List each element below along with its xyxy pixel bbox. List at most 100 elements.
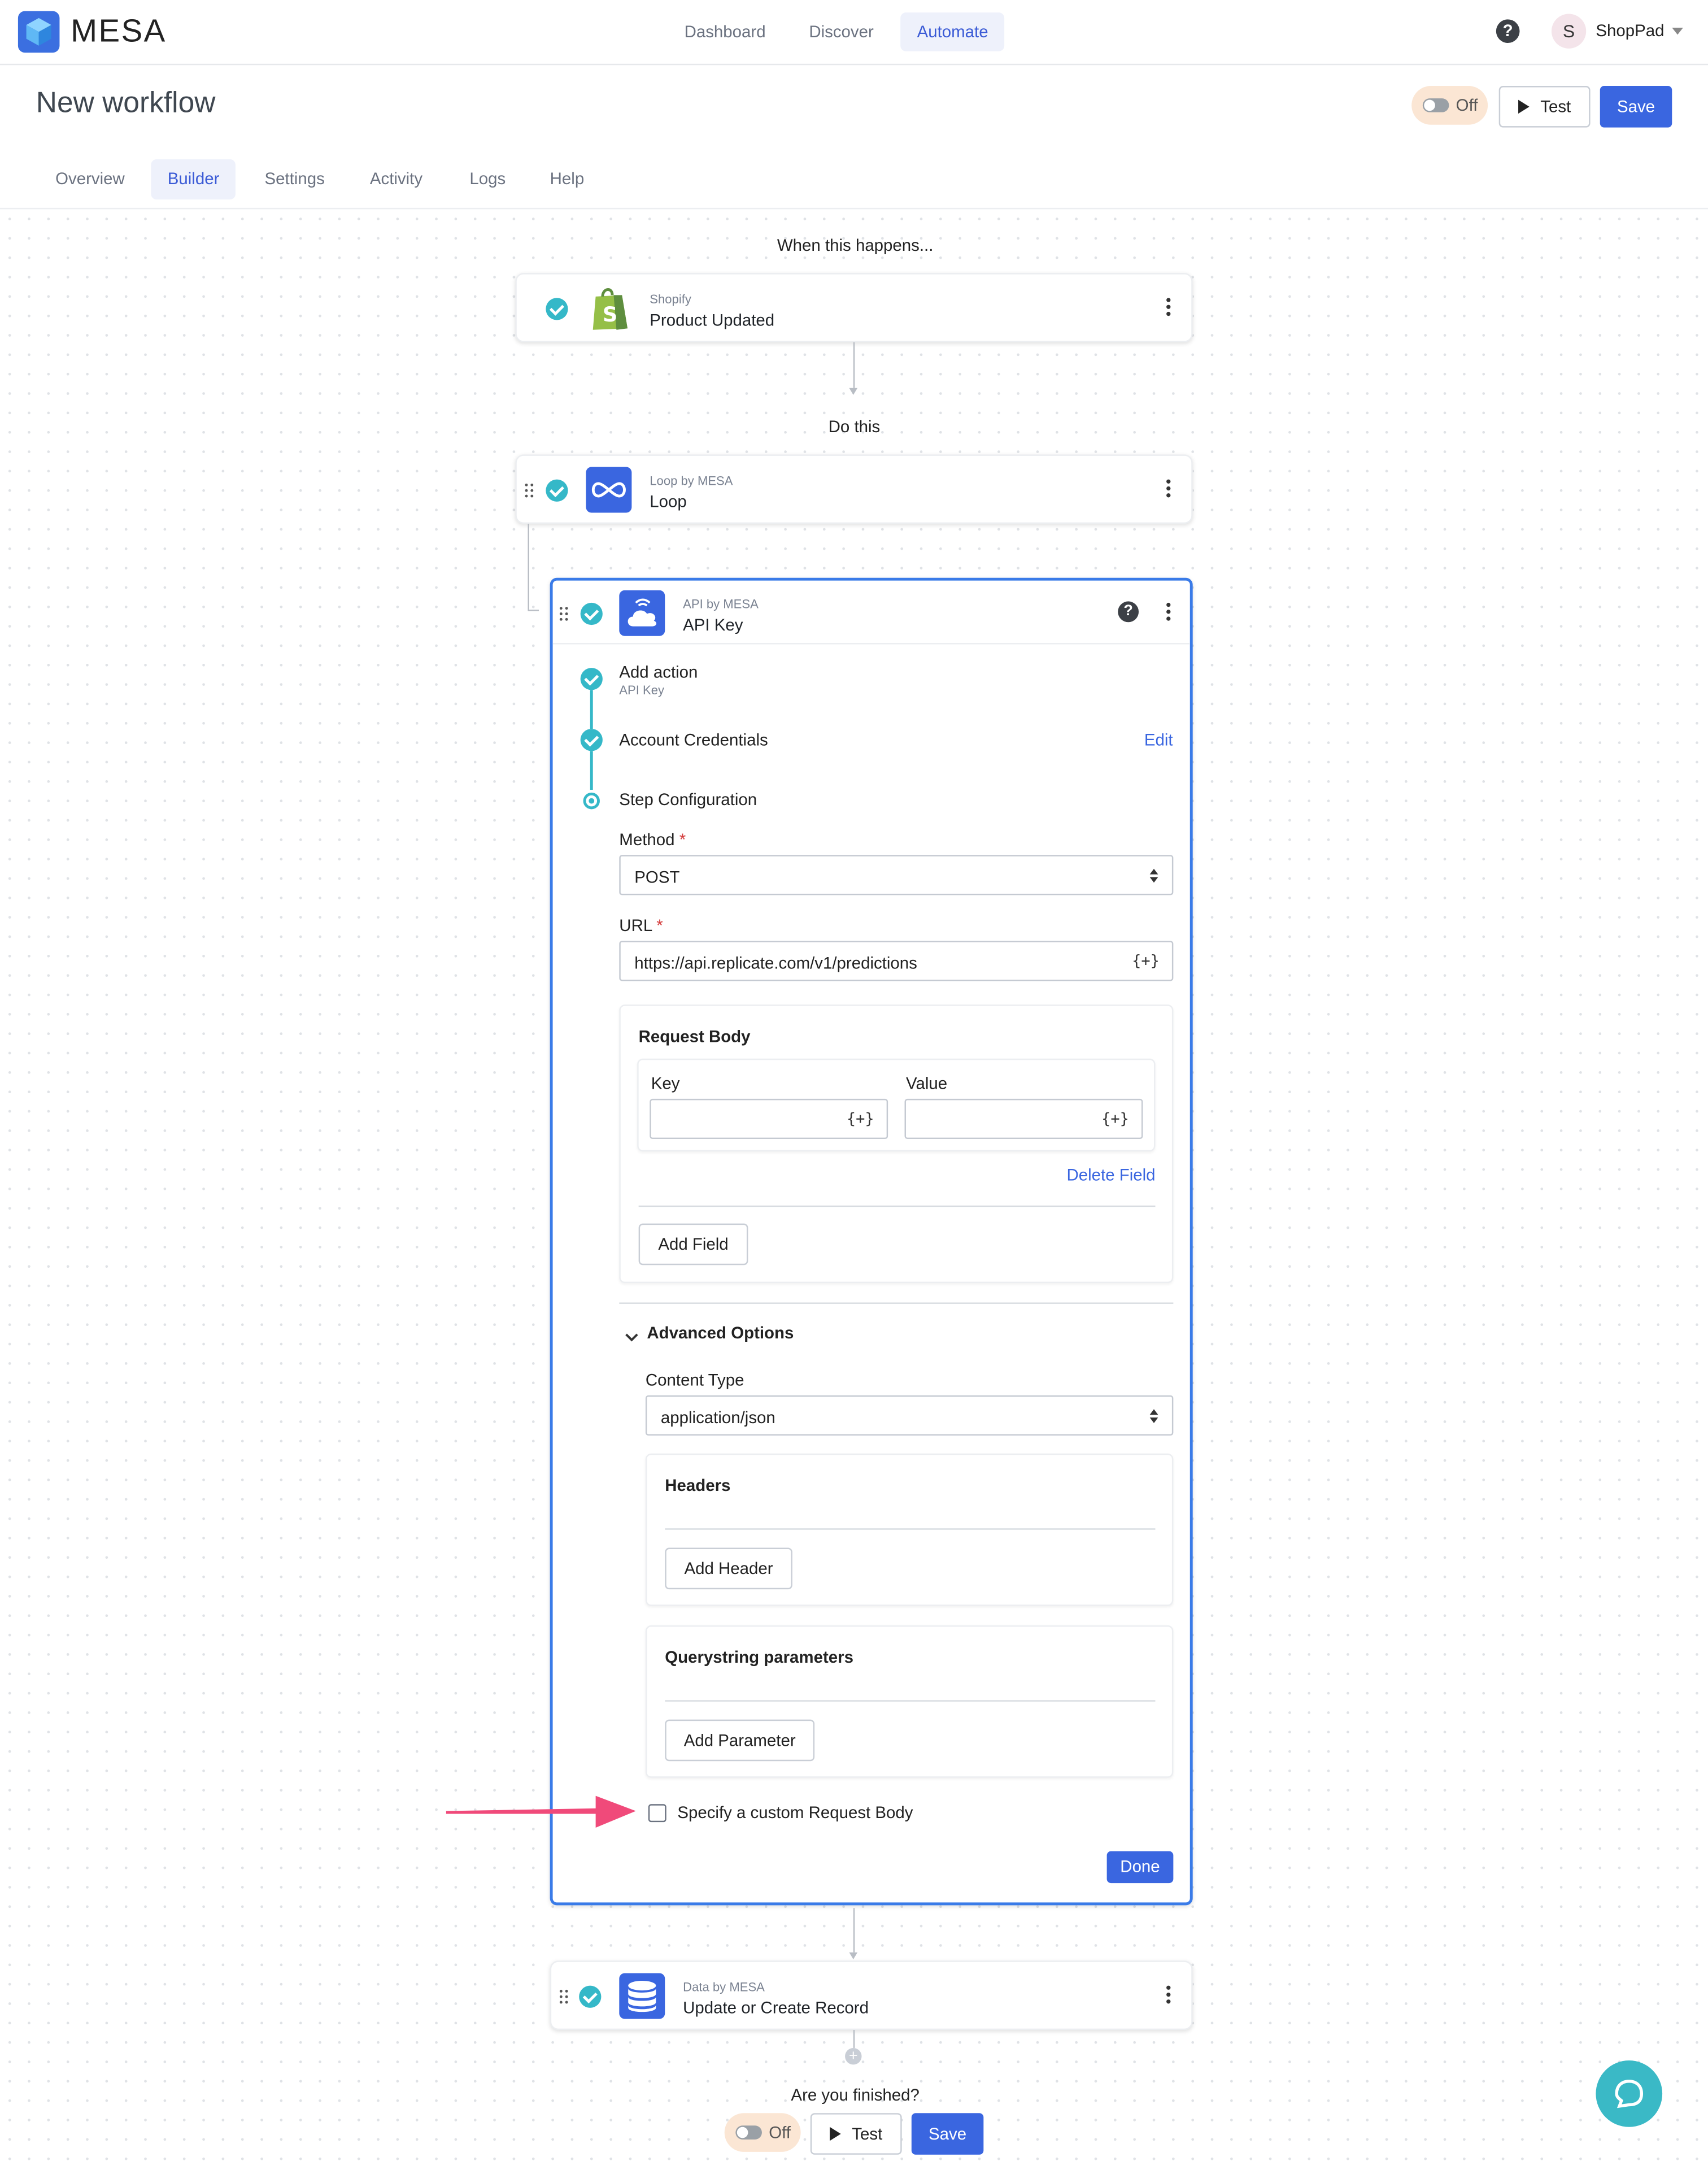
url-input[interactable]: https://api.replicate.com/v1/predictions… <box>619 941 1174 981</box>
mesa-logo-icon[interactable] <box>18 11 60 53</box>
step-complete-icon <box>580 668 603 690</box>
more-options-icon[interactable] <box>1166 1985 1172 2008</box>
required-asterisk: * <box>656 916 663 936</box>
loop-infinity-icon <box>586 467 632 513</box>
method-label: Method * <box>619 830 686 849</box>
chevron-down-icon[interactable] <box>1672 28 1683 35</box>
key-label: Key <box>651 1073 680 1094</box>
api-app-name: API by MESA <box>683 597 759 611</box>
insert-variable-icon[interactable]: {+} <box>847 1110 874 1128</box>
tab-overview[interactable]: Overview <box>39 159 142 199</box>
more-options-icon[interactable] <box>1166 298 1172 320</box>
toggle-switch-icon <box>1422 98 1449 112</box>
test-button[interactable]: Test <box>1498 86 1591 128</box>
api-action-card: API by MESA API Key ? Add action API Key… <box>550 577 1193 1906</box>
api-cloud-icon <box>619 590 665 636</box>
add-header-button[interactable]: Add Header <box>665 1547 792 1590</box>
step-configuration: Step Configuration <box>619 789 757 810</box>
method-value: POST <box>634 867 680 887</box>
done-button[interactable]: Done <box>1106 1851 1174 1884</box>
account-name[interactable]: ShopPad <box>1596 21 1664 40</box>
nav-dashboard[interactable]: Dashboard <box>668 12 782 51</box>
arrow-down-icon <box>849 1952 858 1959</box>
step-add-action[interactable]: Add action <box>619 662 698 681</box>
advanced-options-toggle[interactable]: Advanced Options <box>647 1323 794 1342</box>
footer-workflow-toggle[interactable]: Off <box>724 2113 801 2152</box>
arrow-down-icon <box>849 388 858 395</box>
url-label: URL * <box>619 916 663 935</box>
toggle-label: Off <box>769 2123 791 2142</box>
card-divider <box>552 643 1190 645</box>
add-parameter-button[interactable]: Add Parameter <box>665 1719 815 1762</box>
value-input[interactable]: {+} <box>904 1098 1143 1140</box>
divider <box>619 1302 1174 1304</box>
drag-handle-icon[interactable] <box>559 1989 571 2004</box>
svg-text:S: S <box>603 302 617 327</box>
footer-save-button[interactable]: Save <box>911 2113 984 2155</box>
edit-credentials-link[interactable]: Edit <box>1144 731 1173 750</box>
check-icon <box>546 479 568 502</box>
save-button[interactable]: Save <box>1600 86 1672 128</box>
footer-test-button[interactable]: Test <box>810 2113 902 2155</box>
tab-activity[interactable]: Activity <box>353 159 439 199</box>
content-type-value: application/json <box>660 1407 775 1428</box>
tab-settings[interactable]: Settings <box>248 159 341 199</box>
custom-request-body-label[interactable]: Specify a custom Request Body <box>677 1803 913 1822</box>
stepper-line <box>590 690 593 729</box>
tab-builder[interactable]: Builder <box>151 159 236 200</box>
loop-app-name: Loop by MESA <box>650 473 733 488</box>
toggle-label: Off <box>1456 95 1478 115</box>
select-arrows-icon <box>1149 1409 1158 1423</box>
check-icon <box>546 298 568 320</box>
tab-logs[interactable]: Logs <box>453 159 522 199</box>
headers-title: Headers <box>665 1476 731 1495</box>
custom-request-body-checkbox[interactable] <box>648 1804 666 1823</box>
add-field-button[interactable]: Add Field <box>638 1223 748 1266</box>
more-options-icon[interactable] <box>1166 479 1172 502</box>
avatar[interactable]: S <box>1551 14 1587 49</box>
url-label-text: URL <box>619 916 652 936</box>
trigger-name: Product Updated <box>650 310 775 330</box>
key-input[interactable]: {+} <box>650 1098 888 1140</box>
loop-connector-elbow <box>528 610 539 611</box>
more-options-icon[interactable] <box>1166 602 1172 625</box>
querystring-panel: Querystring parameters Add Parameter <box>645 1625 1174 1778</box>
step-account-credentials: Account Credentials <box>619 730 768 750</box>
request-body-panel: Request Body Key Value {+} {+} Delete Fi… <box>619 1005 1174 1284</box>
loop-name: Loop <box>650 492 687 512</box>
add-step-icon[interactable]: + <box>845 2047 862 2065</box>
page-title: New workflow <box>36 87 216 119</box>
nav-automate[interactable]: Automate <box>900 12 1005 51</box>
method-label-text: Method <box>619 830 675 850</box>
drag-handle-icon[interactable] <box>559 607 571 621</box>
headers-panel: Headers Add Header <box>645 1453 1174 1606</box>
trigger-card[interactable]: S Shopify Product Updated <box>515 273 1193 342</box>
loop-card[interactable]: Loop by MESA Loop <box>515 454 1193 524</box>
querystring-title: Querystring parameters <box>665 1647 853 1667</box>
trigger-app-name: Shopify <box>650 292 691 307</box>
finish-caption: Are you finished? <box>791 2085 920 2105</box>
workflow-toggle[interactable]: Off <box>1411 86 1488 125</box>
help-icon[interactable]: ? <box>1496 19 1520 44</box>
divider <box>665 1528 1156 1530</box>
chevron-down-icon[interactable] <box>625 1326 639 1342</box>
method-select[interactable]: POST <box>619 855 1174 895</box>
drag-handle-icon[interactable] <box>525 483 537 498</box>
delete-field-link[interactable]: Delete Field <box>1067 1166 1156 1185</box>
divider <box>638 1205 1156 1207</box>
shopify-bag-icon: S <box>589 284 630 331</box>
brand-name: MESA <box>71 12 167 49</box>
content-type-label: Content Type <box>645 1370 744 1390</box>
insert-variable-icon[interactable]: {+} <box>1132 952 1160 970</box>
database-icon <box>619 1973 665 2019</box>
data-card[interactable]: Data by MESA Update or Create Record <box>550 1960 1193 2030</box>
tab-help[interactable]: Help <box>533 159 600 199</box>
insert-variable-icon[interactable]: {+} <box>1101 1110 1129 1128</box>
nav-discover[interactable]: Discover <box>792 12 890 51</box>
help-icon[interactable]: ? <box>1118 601 1139 623</box>
connector-line <box>853 342 855 388</box>
chat-launcher-button[interactable] <box>1596 2060 1663 2127</box>
select-arrows-icon <box>1149 868 1158 883</box>
content-type-select[interactable]: application/json <box>645 1395 1174 1436</box>
trigger-caption: When this happens... <box>777 235 934 255</box>
